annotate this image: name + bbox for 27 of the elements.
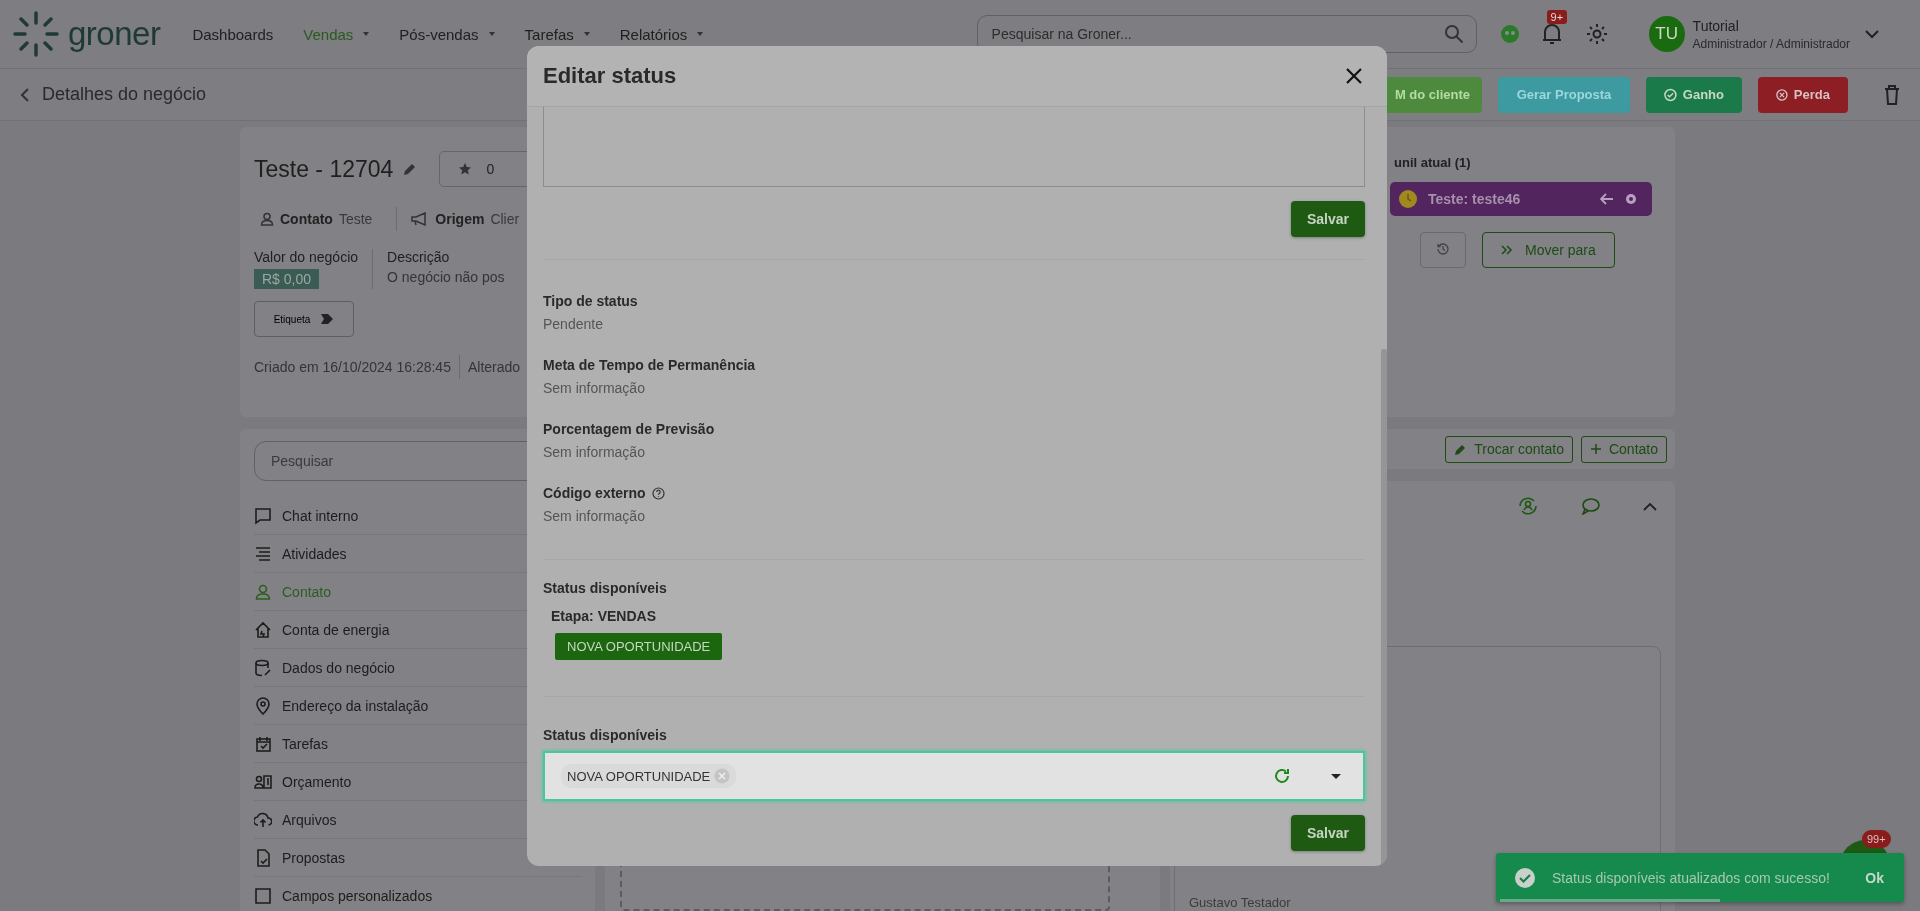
field-value: Sem informação <box>543 380 646 396</box>
status-chip: NOVA OPORTUNIDADE <box>555 633 723 660</box>
field-label: Meta de Tempo de Permanência <box>543 357 756 373</box>
origin-label: Origem <box>435 211 485 227</box>
contact-value: Teste <box>338 211 373 227</box>
description-text: O negócio não pos <box>387 269 505 285</box>
user-name: Tutorial <box>1692 17 1740 34</box>
dialog-title: Editar status <box>543 63 677 89</box>
contact-name: Gustavo Testador <box>1189 895 1291 910</box>
deal-value-label: Valor do negócio <box>254 249 359 265</box>
user-role: Administrador / Administrador <box>1692 36 1850 51</box>
deal-value: R$ 0,00 <box>254 269 320 289</box>
page-title: Detalhes do negócio <box>42 84 207 105</box>
chat-badge: 99+ <box>1862 830 1891 848</box>
notification-badge: 9+ <box>1546 10 1568 24</box>
selected-tag: NOVA OPORTUNIDADE <box>561 764 737 788</box>
field-value: Pendente <box>543 316 604 332</box>
description-label: Descrição <box>387 249 450 265</box>
created-date: Criado em 16/10/2024 16:28:45 <box>254 359 451 375</box>
toast-message: Status disponíveis atualizados com sucesso! <box>1552 869 1831 886</box>
field-label: Tipo de status <box>543 293 638 309</box>
origin-value: Clier <box>490 211 520 227</box>
field-label: Porcentagem de Previsão <box>543 421 715 437</box>
funnel-title: unil atual (1) <box>1394 155 1471 170</box>
contact-label: Contato <box>280 211 333 227</box>
changed-date: Alterado <box>467 359 521 375</box>
deal-title: Teste - 12704 <box>254 155 394 183</box>
